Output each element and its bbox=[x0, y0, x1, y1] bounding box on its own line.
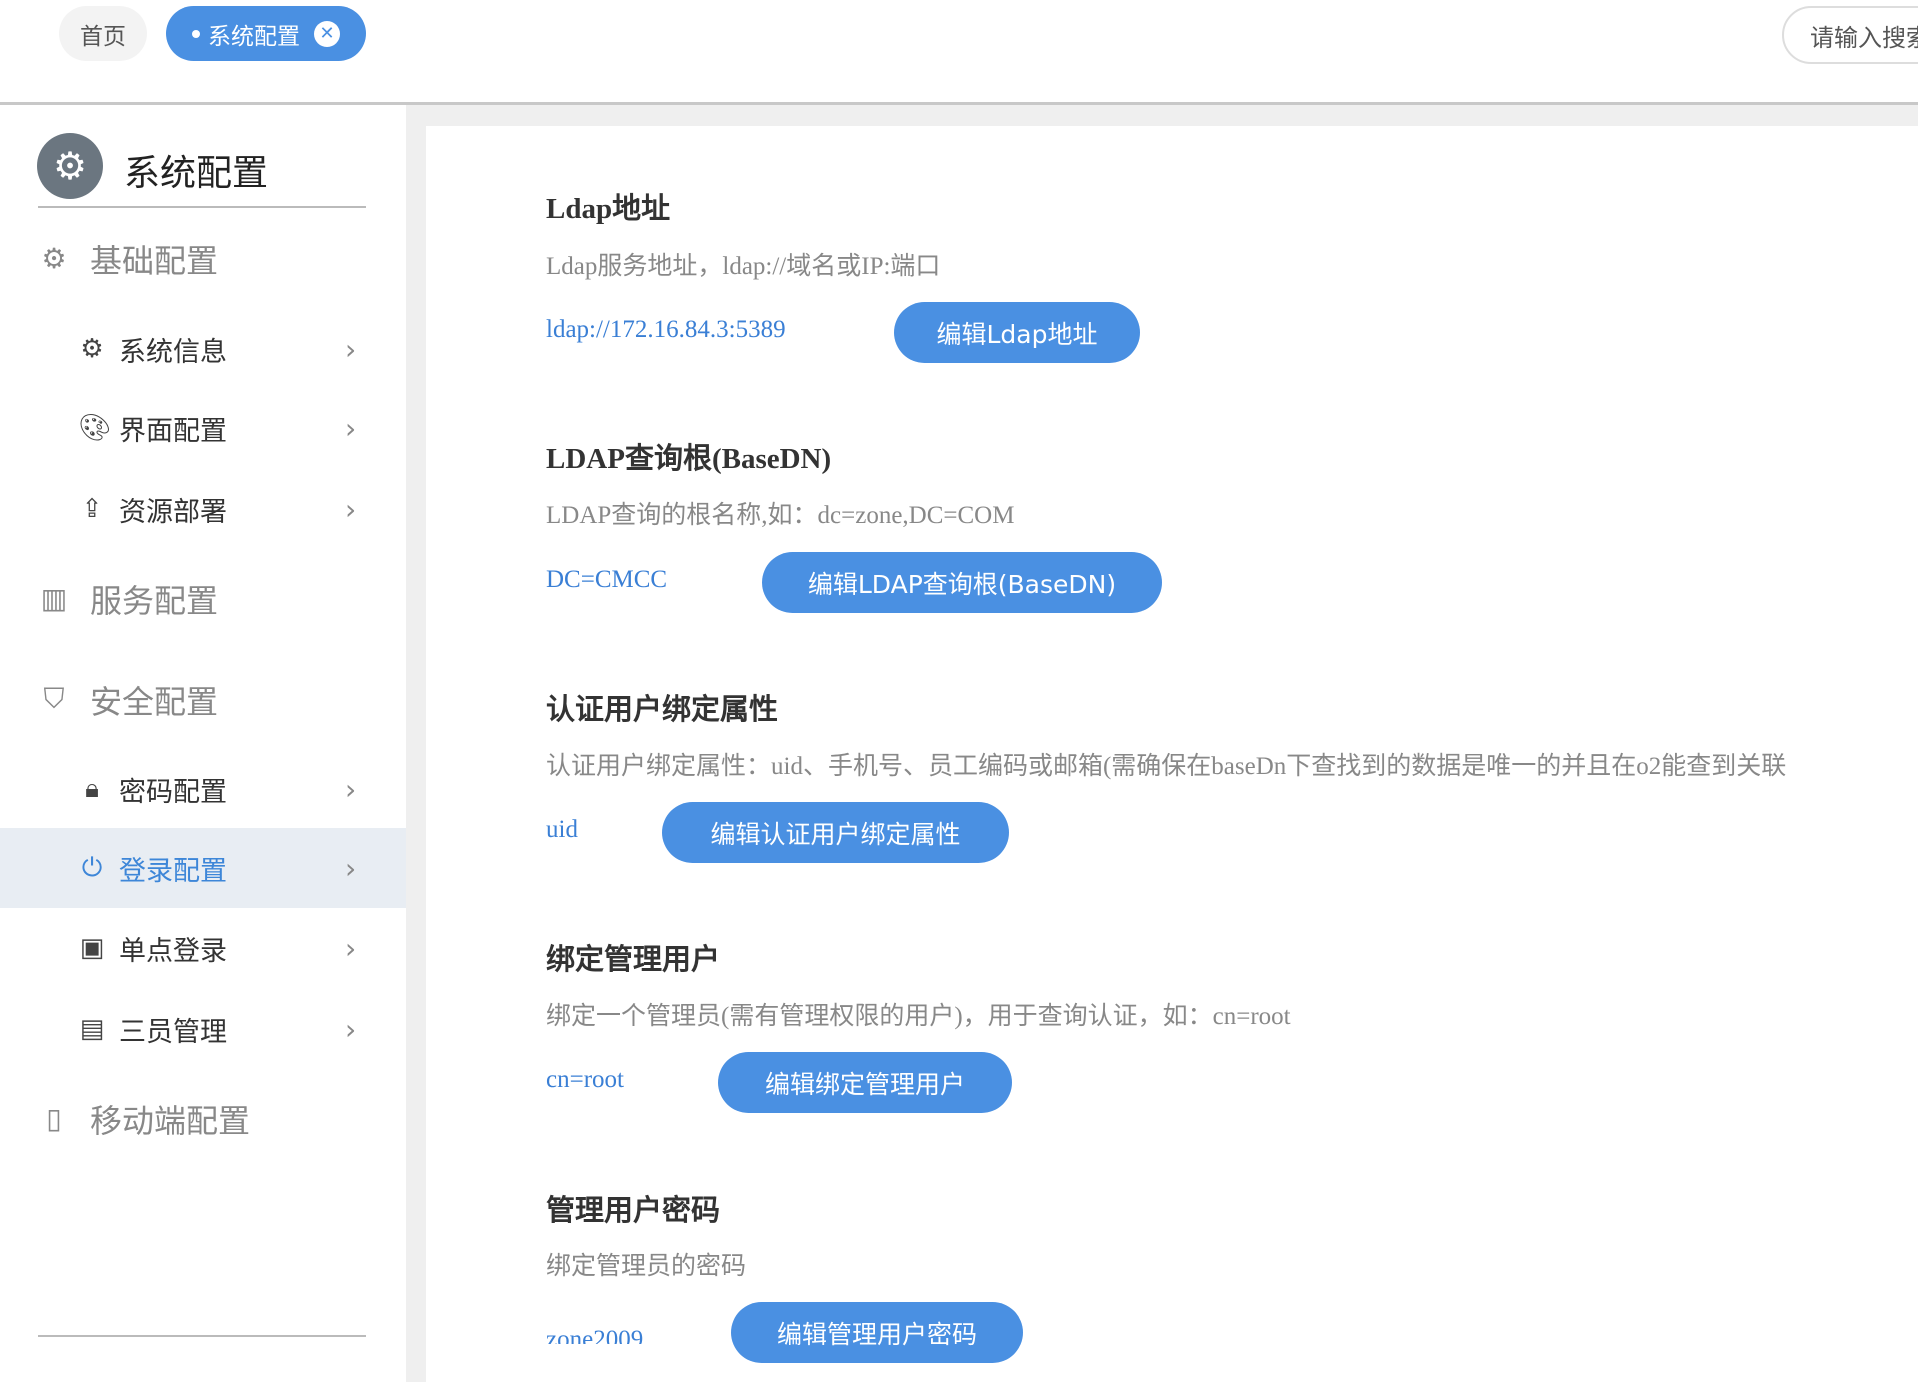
tab-label: 首页 bbox=[80, 23, 126, 50]
sidebar-item-password-config[interactable]: 🔒︎ 密码配置 › bbox=[0, 749, 406, 829]
section-title: 管理用户密码 bbox=[546, 1195, 721, 1227]
sidebar-item-ui-config[interactable]: 🎨︎ 界面配置 › bbox=[0, 388, 406, 468]
sidebar-group-security[interactable]: ⛉ 安全配置 bbox=[38, 675, 218, 725]
gear-icon: ⚙ bbox=[41, 244, 67, 275]
group-label: 移动端配置 bbox=[90, 1103, 251, 1139]
section-title: 认证用户绑定属性 bbox=[546, 694, 779, 726]
item-label: 单点登录 bbox=[119, 935, 227, 966]
id-card-icon: ▣ bbox=[79, 933, 105, 962]
item-label: 界面配置 bbox=[119, 415, 227, 446]
chevron-right-icon: › bbox=[345, 492, 357, 526]
section-desc: 绑定一个管理员(需有管理权限的用户)，用于查询认证，如：cn=root bbox=[546, 1003, 1291, 1030]
sidebar-item-sso[interactable]: ▣ 单点登录 › bbox=[0, 908, 406, 988]
tab-system-config[interactable]: 系统配置 ✕ bbox=[166, 6, 366, 61]
chevron-right-icon: › bbox=[345, 772, 357, 806]
tab-label: 系统配置 bbox=[208, 23, 300, 50]
section-title: LDAP查询根(BaseDN) bbox=[546, 443, 832, 475]
search-placeholder: 请输入搜索 bbox=[1810, 23, 1918, 52]
edit-bind-admin-button[interactable]: 编辑绑定管理用户 bbox=[718, 1052, 1012, 1113]
section-value: ldap://172.16.84.3:5389 bbox=[546, 316, 786, 343]
group-label: 安全配置 bbox=[90, 684, 219, 720]
search-input[interactable]: 请输入搜索 bbox=[1782, 6, 1918, 64]
sidebar-group-mobile[interactable]: ▯ 移动端配置 bbox=[38, 1094, 250, 1144]
sidebar-group-basic[interactable]: ⚙ 基础配置 bbox=[38, 234, 218, 284]
item-label: 资源部署 bbox=[119, 496, 227, 527]
sidebar-item-login-config[interactable]: ⏻ 登录配置 › bbox=[0, 828, 406, 908]
section-value: DC=CMCC bbox=[546, 566, 668, 593]
edit-ldap-address-button[interactable]: 编辑Ldap地址 bbox=[894, 302, 1140, 363]
group-label: 基础配置 bbox=[90, 243, 219, 279]
list-icon: ▤ bbox=[79, 1014, 105, 1043]
chevron-right-icon: › bbox=[345, 851, 357, 885]
item-label: 三员管理 bbox=[119, 1016, 227, 1047]
section-value-password: zone2009 bbox=[546, 1326, 644, 1344]
group-label: 服务配置 bbox=[90, 583, 219, 619]
section-desc: LDAP查询的根名称,如：dc=zone,DC=COM bbox=[546, 502, 1015, 529]
active-dot-icon bbox=[192, 29, 200, 38]
gear-icon: ⚙ bbox=[37, 133, 103, 199]
gear-icon: ⚙ bbox=[80, 334, 104, 363]
chevron-right-icon: › bbox=[345, 931, 357, 965]
sidebar-title: 系统配置 bbox=[124, 153, 269, 193]
edit-admin-password-button[interactable]: 编辑管理用户密码 bbox=[731, 1302, 1023, 1363]
section-value: cn=root bbox=[546, 1066, 624, 1093]
section-desc: 认证用户绑定属性：uid、手机号、员工编码或邮箱(需确保在baseDn下查找到的… bbox=[546, 753, 1787, 780]
close-icon[interactable]: ✕ bbox=[314, 20, 340, 47]
divider bbox=[38, 206, 366, 208]
server-icon: ▥ bbox=[40, 584, 68, 615]
upload-icon: ⇪ bbox=[81, 494, 103, 523]
shield-icon: ⛉ bbox=[43, 684, 65, 715]
power-icon: ⏻ bbox=[81, 852, 103, 882]
lock-icon: 🔒︎ bbox=[85, 773, 99, 803]
chevron-right-icon: › bbox=[345, 1012, 357, 1046]
chevron-right-icon: › bbox=[345, 332, 357, 366]
palette-icon: 🎨︎ bbox=[78, 413, 112, 442]
item-label: 密码配置 bbox=[119, 776, 227, 807]
item-label: 系统信息 bbox=[119, 336, 227, 367]
divider bbox=[38, 1335, 366, 1337]
sidebar-item-three-admins[interactable]: ▤ 三员管理 › bbox=[0, 989, 406, 1069]
sidebar bbox=[0, 105, 406, 1382]
section-desc: Ldap服务地址，ldap://域名或IP:端口 bbox=[546, 253, 941, 280]
mobile-icon: ▯ bbox=[46, 1104, 62, 1135]
item-label: 登录配置 bbox=[119, 855, 227, 886]
edit-bind-attribute-button[interactable]: 编辑认证用户绑定属性 bbox=[662, 802, 1009, 863]
section-title: 绑定管理用户 bbox=[546, 944, 721, 976]
section-title: Ldap地址 bbox=[546, 193, 671, 225]
sidebar-item-system-info[interactable]: ⚙ 系统信息 › bbox=[0, 309, 406, 389]
chevron-right-icon: › bbox=[345, 411, 357, 445]
sidebar-group-service[interactable]: ▥ 服务配置 bbox=[38, 574, 218, 624]
tab-home[interactable]: 首页 bbox=[59, 6, 147, 61]
sidebar-item-resource-deploy[interactable]: ⇪ 资源部署 › bbox=[0, 469, 406, 549]
section-desc: 绑定管理员的密码 bbox=[546, 1253, 747, 1280]
edit-basedn-button[interactable]: 编辑LDAP查询根(BaseDN) bbox=[762, 552, 1162, 613]
section-value: uid bbox=[546, 816, 578, 843]
